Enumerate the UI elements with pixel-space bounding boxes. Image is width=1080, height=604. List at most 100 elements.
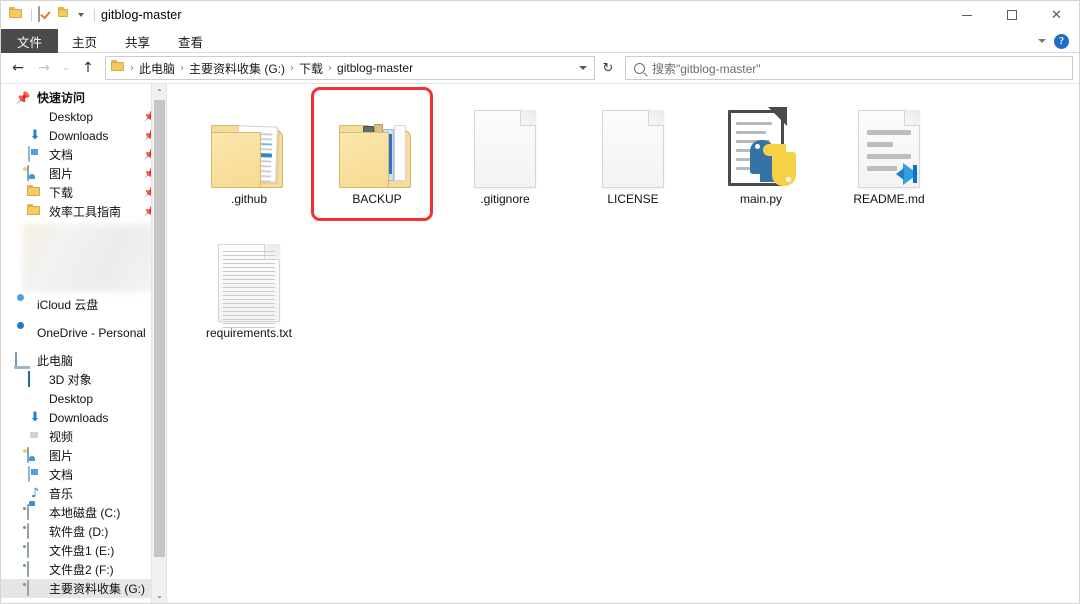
breadcrumb-item-3[interactable]: gitblog-master [333, 59, 417, 77]
chevron-down-icon[interactable] [78, 13, 84, 17]
recent-locations-button[interactable]: ⌄ [57, 55, 75, 81]
breadcrumb-item-0[interactable]: 此电脑 [135, 58, 179, 79]
tab-file[interactable]: 文件 [1, 29, 59, 53]
title-bar: gitblog-master ✕ [1, 1, 1079, 29]
navigation-tree: 📌 快速访问 Desktop 📌 ⬇ Downloads 📌 文档 📌 图片 📌… [1, 84, 166, 598]
file-item-readme-md[interactable]: README.md [825, 94, 953, 228]
sidebar-item-label: 主要资料收集 (G:) [49, 582, 145, 596]
pin-icon: 📌 [15, 90, 31, 105]
toolbar-divider-2 [94, 8, 95, 22]
file-item-gitignore[interactable]: .gitignore [441, 94, 569, 228]
quick-access-toolbar [9, 6, 101, 23]
folder-with-books-icon [338, 104, 416, 188]
close-button[interactable]: ✕ [1034, 1, 1079, 29]
file-list-view[interactable]: .github BACKUP .gitignore LICENSE main.p… [167, 84, 1079, 603]
sidebar-item-efficiency-tools[interactable]: 效率工具指南 📌 [1, 202, 166, 221]
sidebar-item-label: 此电脑 [37, 354, 74, 368]
ribbon-tab-bar: 文件 主页 共享 查看 ? [1, 29, 1079, 53]
drive-icon [27, 579, 43, 597]
folder-icon [27, 203, 43, 220]
sidebar-item-downloads-pc[interactable]: ⬇ Downloads [1, 408, 166, 427]
maximize-button[interactable] [989, 1, 1034, 29]
file-item-main-py[interactable]: main.py [697, 94, 825, 228]
icloud-icon [15, 297, 31, 313]
sidebar-item-music[interactable]: ♪ 音乐 [1, 484, 166, 503]
file-item-license[interactable]: LICENSE [569, 94, 697, 228]
file-item-requirements-txt[interactable]: requirements.txt [185, 228, 313, 362]
forward-button[interactable]: → [31, 55, 57, 81]
drive-icon [27, 541, 43, 559]
pictures-icon [27, 446, 43, 464]
breadcrumb-dropdown-icon[interactable] [574, 57, 592, 79]
help-icon[interactable]: ? [1054, 33, 1069, 49]
minimize-button[interactable] [944, 1, 989, 29]
item-label: BACKUP [352, 192, 402, 206]
sidebar-item-label: 3D 对象 [49, 373, 92, 387]
sidebar-item-xiazai[interactable]: 下载 📌 [1, 183, 166, 202]
sidebar-item-documents-qa[interactable]: 文档 📌 [1, 145, 166, 164]
search-box[interactable]: 搜索"gitblog-master" [625, 56, 1073, 80]
blurred-sidebar-region [23, 224, 158, 292]
sidebar-item-videos[interactable]: 视频 [1, 427, 166, 446]
sidebar-item-label: 音乐 [49, 487, 74, 501]
sidebar-item-drive-d[interactable]: 软件盘 (D:) [1, 522, 166, 541]
address-bar: ← → ⌄ ↑ › 此电脑 › 主要资料收集 (G:) › 下载 › gitbl… [1, 53, 1079, 83]
folder-icon [27, 184, 43, 201]
sidebar-item-label: 文件盘2 (F:) [49, 563, 114, 577]
back-button[interactable]: ← [5, 55, 31, 81]
tab-view[interactable]: 查看 [164, 29, 217, 53]
chevron-down-icon[interactable] [1038, 39, 1046, 43]
python-file-icon [722, 104, 800, 188]
sidebar-group-quick-access[interactable]: 📌 快速访问 [1, 88, 166, 107]
sidebar-item-desktop-pc[interactable]: Desktop [1, 389, 166, 408]
drive-icon [27, 522, 43, 540]
breadcrumb-item-2[interactable]: 下载 [295, 58, 327, 79]
sidebar-item-pictures-qa[interactable]: 图片 📌 [1, 164, 166, 183]
sidebar-label-quick-access: 快速访问 [37, 91, 86, 105]
sidebar-item-drive-c[interactable]: 本地磁盘 (C:) [1, 503, 166, 522]
new-folder-icon[interactable] [58, 7, 74, 23]
sidebar-group-this-pc[interactable]: 此电脑 [1, 351, 166, 370]
sidebar-item-3d-objects[interactable]: 3D 对象 [1, 370, 166, 389]
properties-icon[interactable] [38, 6, 54, 23]
items-grid: .github BACKUP .gitignore LICENSE main.p… [185, 94, 1079, 362]
scroll-down-icon[interactable]: ⌄ [152, 587, 166, 603]
system-drive-icon [27, 503, 43, 521]
sidebar-item-label: OneDrive - Personal [37, 325, 146, 340]
sidebar-item-desktop-qa[interactable]: Desktop 📌 [1, 107, 166, 126]
path-folder-icon [111, 60, 127, 76]
sidebar-item-drive-f[interactable]: 文件盘2 (F:) [1, 560, 166, 579]
tab-home[interactable]: 主页 [58, 29, 111, 53]
sidebar-item-documents-pc[interactable]: 文档 [1, 465, 166, 484]
sidebar-item-icloud[interactable]: iCloud 云盘 [1, 295, 166, 314]
scroll-up-icon[interactable]: ⌃ [152, 84, 166, 100]
up-button[interactable]: ↑ [75, 55, 101, 81]
sidebar-item-label: 文件盘1 (E:) [49, 544, 115, 558]
tab-share[interactable]: 共享 [111, 29, 164, 53]
sidebar-item-drive-g[interactable]: 主要资料收集 (G:) [1, 579, 166, 598]
item-label: .gitignore [480, 192, 530, 206]
vscode-badge-icon [896, 163, 918, 185]
refresh-button[interactable]: ↻ [595, 56, 621, 80]
markdown-vscode-file-icon [850, 104, 928, 188]
file-item-backup[interactable]: BACKUP [313, 94, 441, 228]
folder-icon[interactable] [9, 7, 25, 23]
videos-icon [27, 429, 43, 445]
breadcrumb-item-1[interactable]: 主要资料收集 (G:) [185, 58, 289, 79]
file-item-github[interactable]: .github [185, 94, 313, 228]
sidebar-item-downloads-qa[interactable]: ⬇ Downloads 📌 [1, 126, 166, 145]
folder-with-documents-icon [210, 104, 288, 188]
documents-icon [27, 145, 43, 163]
breadcrumb-bar[interactable]: › 此电脑 › 主要资料收集 (G:) › 下载 › gitblog-maste… [105, 56, 595, 80]
sidebar-item-drive-e[interactable]: 文件盘1 (E:) [1, 541, 166, 560]
item-label: LICENSE [607, 192, 659, 206]
sidebar-item-label: 图片 [49, 449, 74, 463]
search-input[interactable]: 搜索"gitblog-master" [652, 60, 761, 77]
scrollbar-thumb[interactable] [154, 100, 165, 557]
sidebar-scrollbar[interactable]: ⌃ ⌄ [151, 84, 166, 603]
text-file-icon [210, 238, 288, 328]
breadcrumb: › 此电脑 › 主要资料收集 (G:) › 下载 › gitblog-maste… [129, 58, 574, 79]
sidebar-item-pictures-pc[interactable]: 图片 [1, 446, 166, 465]
sidebar-item-label: 视频 [49, 430, 74, 444]
sidebar-item-onedrive[interactable]: OneDrive - Personal [1, 323, 166, 342]
